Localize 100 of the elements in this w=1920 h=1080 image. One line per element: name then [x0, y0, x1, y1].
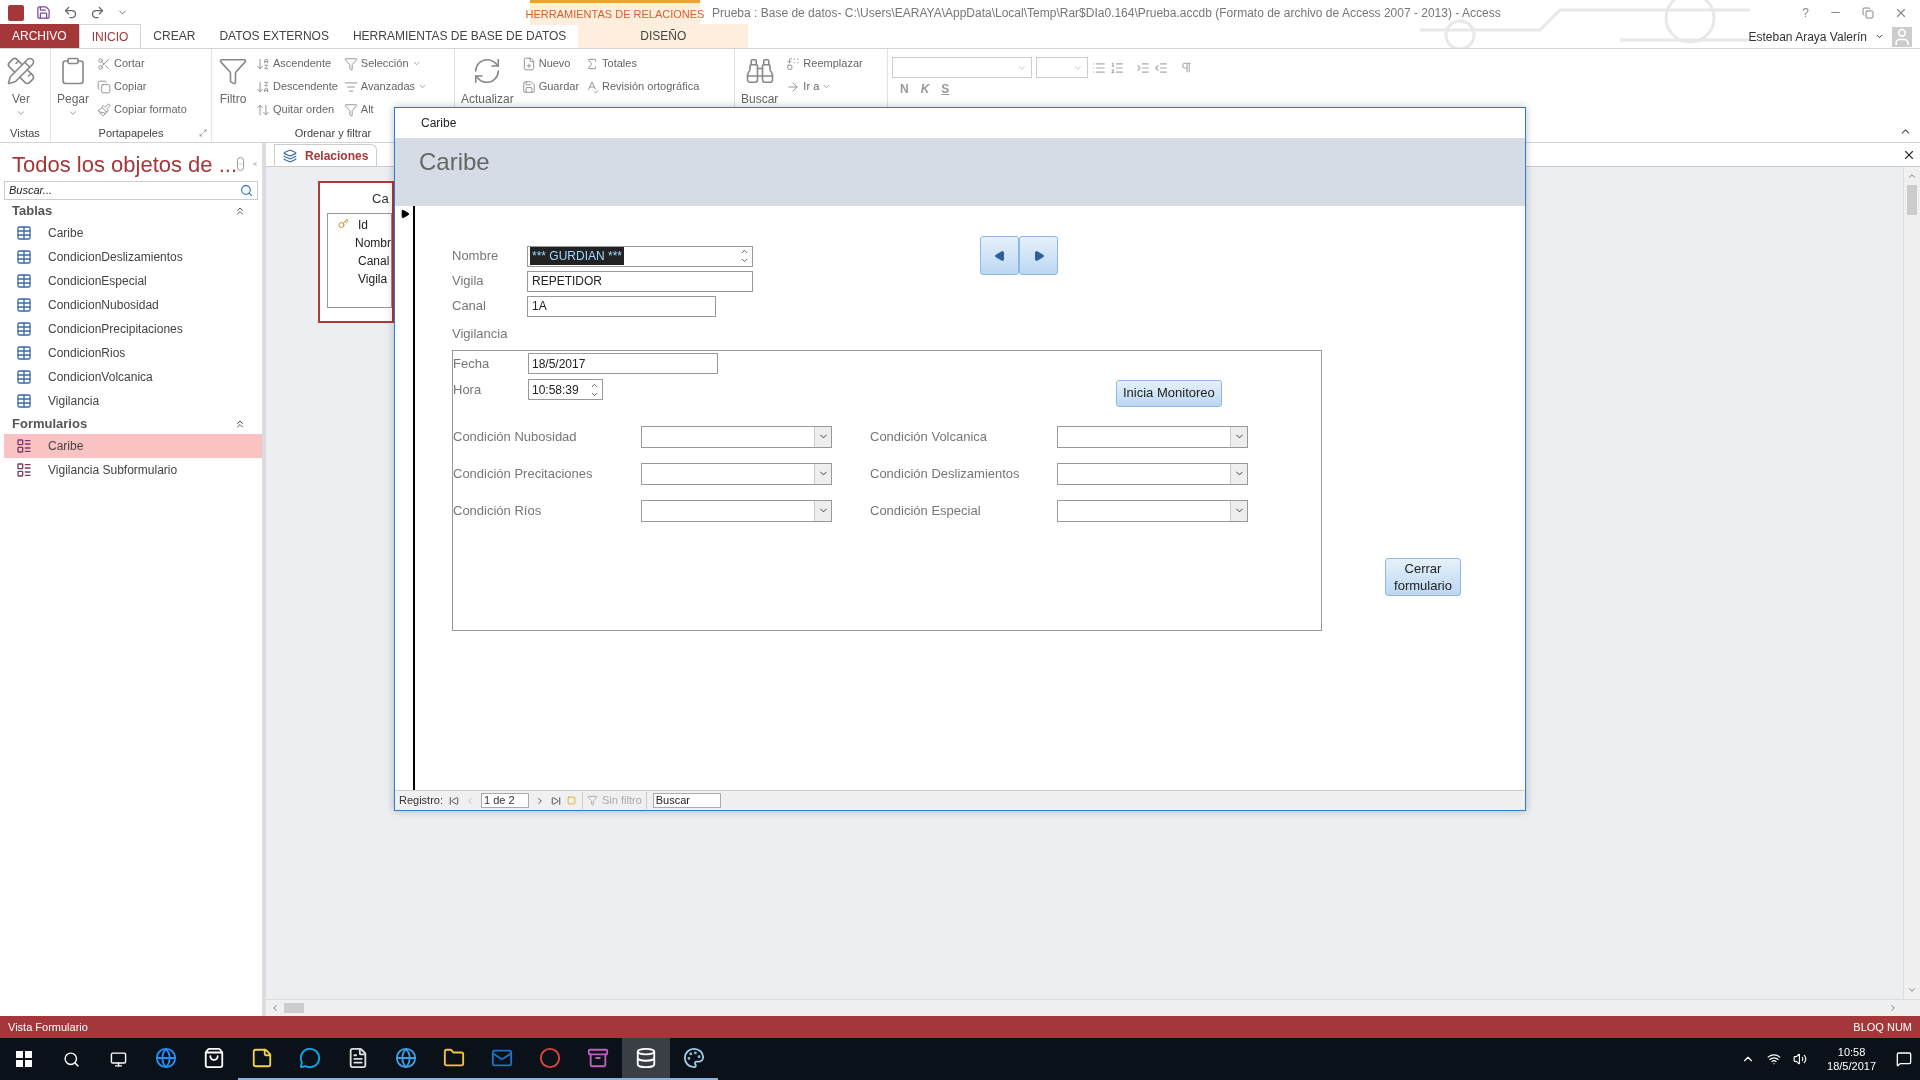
close-form-button[interactable]: Cerrar formulario [1385, 557, 1461, 596]
search-field[interactable]: Buscar... [5, 182, 236, 199]
taskbar-app[interactable] [622, 1038, 670, 1080]
nav-item[interactable]: CondicionRios [4, 341, 262, 365]
chat-icon [299, 1047, 321, 1069]
close-document-icon[interactable] [1902, 148, 1916, 162]
start-monitoring-button[interactable]: Inicia Monitoreo [1116, 379, 1222, 407]
save-icon[interactable] [36, 5, 51, 20]
table-window[interactable]: Ca Id Nombr Canal Vigila [318, 181, 394, 323]
redo-icon[interactable] [90, 5, 105, 20]
combo-box[interactable] [641, 499, 832, 522]
ribbon-tab[interactable]: ARCHIVO [0, 24, 79, 48]
record-position-field[interactable]: 1 de 2 [481, 793, 530, 808]
restore-icon[interactable] [1862, 6, 1874, 19]
task-view-icon[interactable] [110, 1050, 127, 1068]
scroll-thumb[interactable] [1907, 185, 1917, 215]
window-title: Prueba : Base de datos- C:\Users\EARAYA\AppData\Local\Temp\Rar$DIa0.164\Prueba.accdb (Formato de archivo de Access 2007 - 2013) - Access [712, 4, 1501, 22]
last-record-icon[interactable] [551, 795, 562, 806]
ribbon-command[interactable]: Revisión ortográfica [583, 75, 702, 98]
ribbon-command[interactable]: Pegar [53, 52, 94, 118]
ribbon-command[interactable]: Alt [341, 98, 376, 121]
ribbon-tab[interactable]: DISEÑO [578, 24, 749, 48]
scroll-left-icon[interactable] [270, 1003, 280, 1013]
ribbon-command[interactable]: Avanzadas [341, 75, 430, 98]
arrow-right-icon [786, 79, 801, 94]
document-tab[interactable]: Relaciones [274, 144, 378, 166]
ribbon-command[interactable]: Nuevo [519, 52, 573, 75]
ribbon-command[interactable]: Actualizar [457, 52, 518, 108]
ribbon-tab[interactable]: HERRAMIENTAS DE BASE DE DATOS [340, 24, 579, 48]
note-icon [251, 1047, 273, 1069]
app-logo-icon [8, 4, 24, 21]
nav-item[interactable]: CondicionPrecipitaciones [4, 317, 262, 341]
network-icon[interactable] [1767, 1052, 1782, 1066]
text-field[interactable]: 18/5/2017 [528, 353, 718, 374]
ribbon-command[interactable]: Buscar [737, 52, 783, 108]
combo-box[interactable] [1057, 499, 1248, 522]
section-header[interactable]: Tablas [12, 200, 53, 221]
combo-box[interactable] [641, 425, 832, 448]
nav-item[interactable]: Caribe [4, 221, 262, 245]
ribbon-command[interactable]: Cortar [95, 52, 147, 75]
ribbon-command[interactable]: Ascendente [254, 52, 334, 75]
nav-item[interactable]: CondicionDeslizamientos [4, 245, 262, 269]
table-icon [16, 393, 32, 409]
launcher-icon[interactable] [199, 129, 207, 137]
replace-icon [786, 56, 801, 71]
relationships-icon [283, 148, 297, 163]
text-field[interactable]: 10:58:39 [528, 379, 603, 400]
ribbon-command[interactable]: Copiar formato [95, 98, 189, 121]
help-button[interactable]: ? [1802, 3, 1809, 22]
ribbon-command[interactable]: Ir a [784, 75, 834, 98]
nav-pane-title[interactable]: Todos los objetos de ... [12, 147, 238, 181]
ribbon-command[interactable]: Descendente [254, 75, 340, 98]
group-label: Portapapeles [98, 125, 164, 141]
ribbon-command[interactable]: Guardar [519, 75, 582, 98]
clock-time[interactable]: 10:58 [1837, 1045, 1866, 1059]
combo-box[interactable] [1057, 462, 1248, 485]
ribbon-command[interactable]: Selección [341, 52, 423, 75]
clock-date[interactable]: 18/5/2017 [1827, 1059, 1876, 1073]
ribbon-command[interactable]: Quitar orden [254, 98, 337, 121]
combo-box[interactable] [1057, 425, 1248, 448]
status-indicator: BLOQ NUM [1853, 1019, 1912, 1035]
notifications-icon[interactable] [1896, 1051, 1912, 1067]
undo-icon[interactable] [63, 5, 78, 20]
scroll-thumb[interactable] [284, 1003, 304, 1013]
ribbon-command[interactable]: Filtro [214, 52, 252, 108]
combo-box[interactable] [641, 462, 832, 485]
ribbon-command[interactable]: Ver [2, 52, 40, 118]
search-box[interactable]: Buscar... [4, 181, 258, 200]
nav-item[interactable]: CondicionVolcanica [4, 365, 262, 389]
vertical-scrollbar[interactable] [1903, 167, 1920, 999]
text-field[interactable]: *** GURDIAN *** [527, 245, 753, 267]
scroll-right-icon[interactable] [1888, 1003, 1898, 1013]
record-search-field[interactable]: Buscar [652, 793, 721, 808]
ribbon-tab[interactable]: INICIO [78, 24, 142, 48]
user-name[interactable]: Esteban Araya Valerín [1748, 27, 1867, 46]
horizontal-scrollbar[interactable] [266, 999, 1920, 1016]
section-header[interactable]: Formularios [12, 413, 88, 434]
ribbon-tab[interactable]: CREAR [141, 24, 208, 48]
database-icon [635, 1047, 657, 1069]
nav-item[interactable]: Vigilancia [4, 389, 262, 413]
next-record-button[interactable] [1019, 236, 1058, 275]
first-record-icon[interactable] [449, 795, 460, 806]
search-icon[interactable] [63, 1050, 80, 1068]
previous-record-button[interactable] [980, 236, 1019, 275]
ribbon-tab[interactable]: DATOS EXTERNOS [207, 24, 341, 48]
text-field[interactable]: REPETIDOR [527, 270, 753, 292]
field-name: Id [358, 216, 368, 234]
nav-item[interactable]: CondicionNubosidad [4, 293, 262, 317]
ribbon-command[interactable]: Totales [583, 52, 639, 75]
ribbon-command[interactable]: Copiar [95, 75, 149, 98]
text-field[interactable]: 1A [527, 295, 716, 317]
ribbon-command[interactable]: Reemplazar [784, 52, 865, 75]
funnel-icon [218, 56, 248, 86]
volume-icon[interactable] [1793, 1052, 1808, 1066]
nav-item[interactable]: Vigilancia Subformulario [4, 458, 262, 482]
table-icon [16, 321, 32, 337]
nav-item[interactable]: Caribe [4, 434, 262, 458]
scroll-up-icon[interactable] [1907, 171, 1917, 181]
scroll-down-icon[interactable] [1907, 985, 1917, 995]
nav-item[interactable]: CondicionEspecial [4, 269, 262, 293]
